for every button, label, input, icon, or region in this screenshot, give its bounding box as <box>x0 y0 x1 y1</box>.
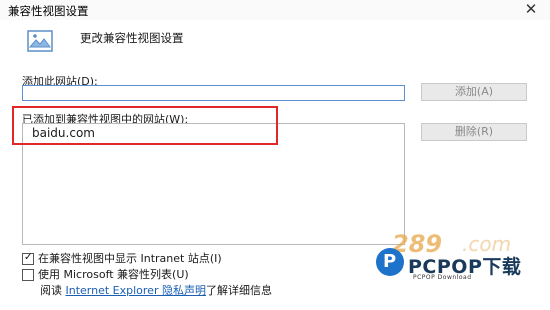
privacy-line: 阅读 Internet Explorer 隐私声明了解详细信息 <box>40 282 272 298</box>
ms-list-option[interactable]: 使用 Microsoft 兼容性列表(U) <box>22 266 189 282</box>
watermark-subtext: PCPOP Download <box>413 274 472 281</box>
intranet-option[interactable]: ✓ 在兼容性视图中显示 Intranet 站点(I) <box>22 250 222 266</box>
privacy-suffix: 了解详细信息 <box>205 284 272 297</box>
remove-button[interactable]: 删除(R) <box>421 123 527 141</box>
ms-list-label: 使用 Microsoft 兼容性列表(U) <box>38 268 189 281</box>
watermark-logo-letter: P <box>383 251 397 272</box>
header-title: 更改兼容性视图设置 <box>80 31 184 45</box>
red-highlight-box <box>12 106 278 145</box>
ms-list-checkbox[interactable] <box>22 269 34 281</box>
window-title: 兼容性视图设置 <box>8 4 89 18</box>
picture-icon <box>27 30 53 52</box>
privacy-prefix: 阅读 <box>40 284 62 297</box>
close-icon[interactable]: ✕ <box>523 1 539 17</box>
privacy-link[interactable]: Internet Explorer 隐私声明 <box>66 284 206 297</box>
intranet-checkbox[interactable]: ✓ <box>22 252 34 265</box>
intranet-label: 在兼容性视图中显示 Intranet 站点(I) <box>38 252 222 265</box>
check-icon: ✓ <box>24 252 33 263</box>
add-site-input[interactable] <box>22 85 405 101</box>
add-button[interactable]: 添加(A) <box>421 83 527 101</box>
